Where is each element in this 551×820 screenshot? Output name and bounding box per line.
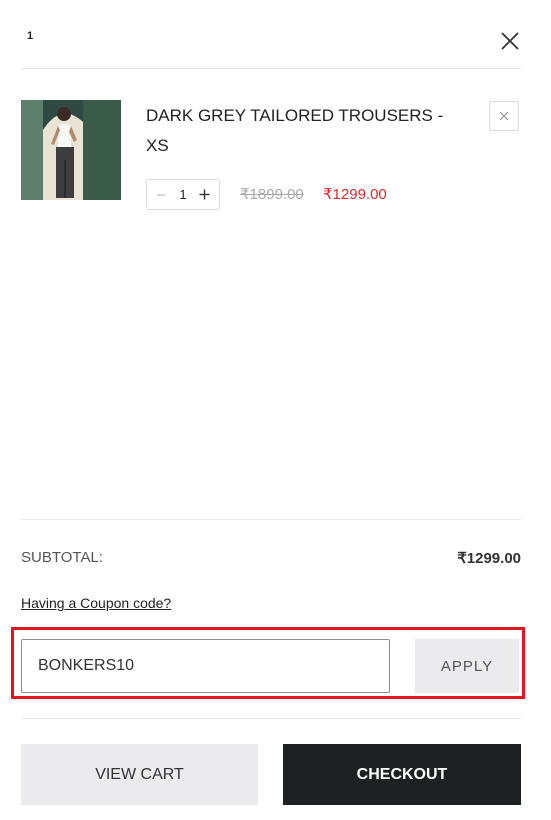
product-photo [21,100,121,200]
checkout-button[interactable]: CHECKOUT [283,744,521,805]
quantity-stepper[interactable]: 1 [146,179,220,210]
original-price: ₹1899.00 [240,186,304,203]
view-cart-button[interactable]: VIEW CART [21,744,258,805]
apply-coupon-button[interactable]: APPLY [415,639,519,693]
increase-quantity-button[interactable] [197,187,213,203]
subtotal-value: ₹1299.00 [457,550,521,567]
coupon-link[interactable]: Having a Coupon code? [21,595,171,611]
product-title[interactable]: DARK GREY TAILORED TROUSERS - XS [146,101,466,161]
minus-icon [157,193,165,196]
product-image[interactable] [21,100,121,200]
quantity-value: 1 [179,187,187,202]
subtotal-label: SUBTOTAL: [21,549,103,566]
plus-icon [199,189,210,200]
coupon-input[interactable] [21,639,390,693]
header-divider [21,68,521,69]
actions-divider [21,718,521,719]
summary-divider [21,519,521,520]
close-icon [501,32,519,50]
cart-item-count: 1 [27,30,34,42]
decrease-quantity-button[interactable] [153,187,169,203]
remove-item-button[interactable] [489,101,519,131]
close-button[interactable] [498,29,522,53]
sale-price: ₹1299.00 [323,186,387,203]
close-icon [499,111,509,121]
